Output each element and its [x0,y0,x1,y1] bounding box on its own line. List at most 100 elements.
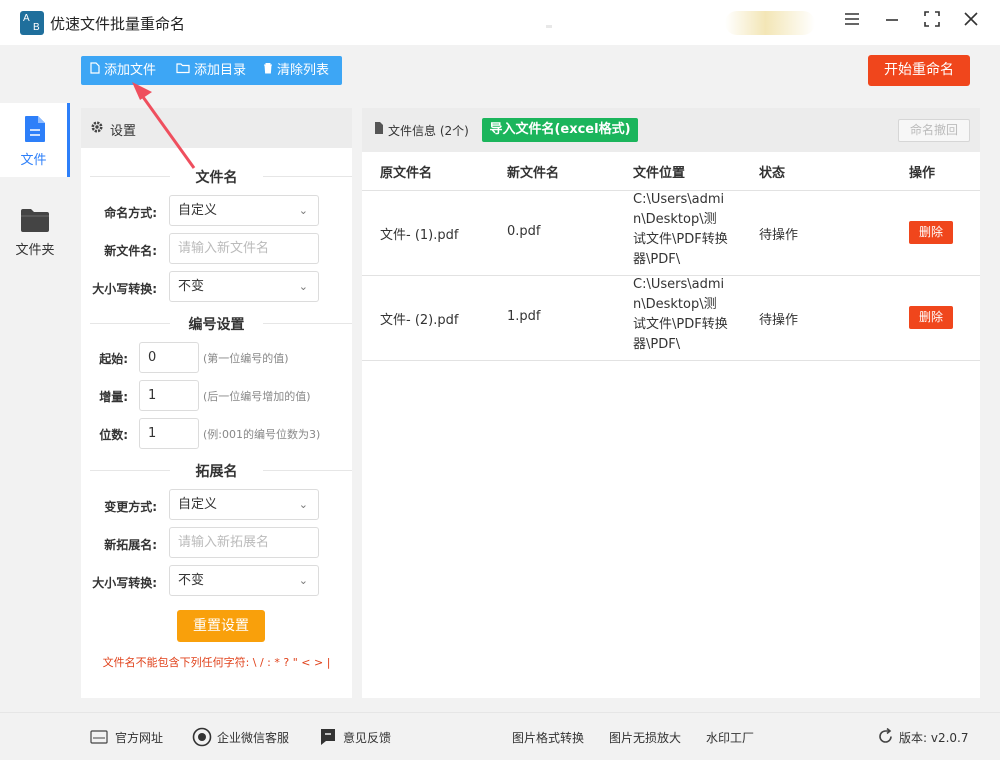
col-header-location: 文件位置 [633,166,686,181]
invalid-chars-warning: 文件名不能包含下列任何字符: \ / : * ? " < > | [102,656,331,669]
case-select[interactable]: 不变 ⌄ [169,271,319,302]
img-enlarge-link[interactable]: 图片无损放大 [609,729,681,746]
wechat-support-link[interactable]: 企业微信客服 [217,729,289,746]
document-icon [374,122,384,137]
divider [90,323,170,324]
filename-section-title: 文件名 [195,170,238,186]
undo-rename-button[interactable]: 命名撤回 [898,119,970,142]
file-list-panel: 文件信息 (2个) 导入文件名(excel格式) 命名撤回 原文件名 新文件名 … [362,108,980,698]
naming-mode-select[interactable]: 自定义 ⌄ [169,195,319,226]
version-label: 版本: v2.0.7 [899,731,969,745]
promo-banner[interactable] [725,11,815,35]
delete-button[interactable]: 删除 [909,221,953,244]
chevron-down-icon: ⌄ [298,280,308,293]
change-mode-value: 自定义 [178,497,218,512]
cell-new-name: 0.pdf [507,224,541,239]
clear-list-button[interactable]: 清除列表 [263,56,329,85]
step-label: 增量: [99,390,128,404]
col-header-original: 原文件名 [380,166,433,181]
chevron-down-icon: ⌄ [298,498,308,511]
cell-status: 待操作 [759,228,799,243]
numbering-section-title: 编号设置 [188,317,245,333]
feedback-icon [320,728,336,750]
chevron-down-icon: ⌄ [298,574,308,587]
folder-icon [20,207,50,237]
change-mode-select[interactable]: 自定义 ⌄ [169,489,319,520]
naming-mode-label: 命名方式: [104,206,157,220]
ext-case-label: 大小写转换: [92,576,157,590]
settings-panel: 设置 文件名 命名方式: 自定义 ⌄ 新文件名: 大小写转换: 不变 ⌄ 编号设… [81,108,352,698]
file-small-icon [90,56,100,85]
cell-status: 待操作 [759,313,799,328]
ext-section-title: 拓展名 [195,464,238,480]
divider [362,360,980,361]
col-header-status: 状态 [759,166,786,181]
settings-header: 设置 [81,108,352,148]
digits-hint: (例:001的编号位数为3) [203,428,321,441]
new-name-input[interactable] [169,233,319,264]
col-header-new: 新文件名 [507,166,560,181]
divider [263,470,352,471]
cell-new-name: 1.pdf [507,309,541,324]
case-value: 不变 [178,279,205,294]
wechat-icon [192,727,212,751]
maximize-icon[interactable] [920,10,944,34]
nav-item-file[interactable]: 文件 [0,103,70,177]
trash-icon [263,56,273,85]
feedback-link[interactable]: 意见反馈 [343,729,391,746]
new-ext-label: 新拓展名: [104,538,157,552]
step-hint: (后一位编号增加的值) [203,390,311,403]
divider [263,176,352,177]
watermark-factory-link[interactable]: 水印工厂 [706,729,754,746]
new-ext-input[interactable] [169,527,319,558]
import-excel-button[interactable]: 导入文件名(excel格式) [482,118,638,142]
divider [90,470,170,471]
chevron-down-icon: ⌄ [298,204,308,217]
minimize-icon[interactable] [880,10,904,34]
start-input[interactable] [139,342,199,373]
col-header-action: 操作 [909,166,936,181]
left-nav: 文件 文件夹 [0,45,70,710]
add-dir-label: 添加目录 [194,63,247,78]
change-mode-label: 变更方式: [104,500,157,514]
reset-settings-button[interactable]: 重置设置 [177,610,265,642]
nav-label-folder: 文件夹 [15,243,55,258]
title-decoration [546,25,552,28]
start-label: 起始: [99,352,128,366]
file-list-header: 文件信息 (2个) 导入文件名(excel格式) 命名撤回 [362,108,980,152]
ext-case-value: 不变 [178,573,205,588]
divider [263,323,352,324]
start-hint: (第一位编号的值) [203,352,289,365]
digits-label: 位数: [99,428,128,442]
divider [90,176,170,177]
app-logo-icon: AB [20,11,44,35]
new-name-label: 新文件名: [104,244,157,258]
delete-button[interactable]: 删除 [909,306,953,329]
gear-icon [90,120,104,138]
pointer-arrow-icon [132,82,196,169]
img-format-convert-link[interactable]: 图片格式转换 [512,729,584,746]
digits-input[interactable] [139,418,199,449]
menu-icon[interactable] [840,10,864,34]
footer-bar: 官方网址 企业微信客服 意见反馈 图片格式转换 图片无损放大 水印工厂 版本: … [0,712,1000,760]
cell-original-name: 文件- (2).pdf [380,313,459,328]
step-input[interactable] [139,380,199,411]
toolbar: 添加文件 添加目录 清除列表 [81,56,342,85]
ext-case-select[interactable]: 不变 ⌄ [169,565,319,596]
clear-list-label: 清除列表 [277,63,330,78]
refresh-icon [877,727,894,749]
nav-label-file: 文件 [20,153,47,168]
add-file-label: 添加文件 [104,63,157,78]
close-icon[interactable] [959,10,983,34]
title-bar: AB 优速文件批量重命名 [0,0,1000,45]
website-link[interactable]: 官方网址 [115,729,163,746]
cell-original-name: 文件- (1).pdf [380,228,459,243]
file-icon [23,115,47,147]
start-rename-button[interactable]: 开始重命名 [868,55,970,86]
nav-item-folder[interactable]: 文件夹 [0,193,70,267]
file-info-title: 文件信息 (2个) [388,124,469,138]
website-icon [90,730,108,748]
case-label: 大小写转换: [92,282,157,296]
cell-location: C:\Users\admin\Desktop\测试文件\PDF转换器\PDF\ [633,192,728,267]
cell-location: C:\Users\admin\Desktop\测试文件\PDF转换器\PDF\ [633,277,728,352]
